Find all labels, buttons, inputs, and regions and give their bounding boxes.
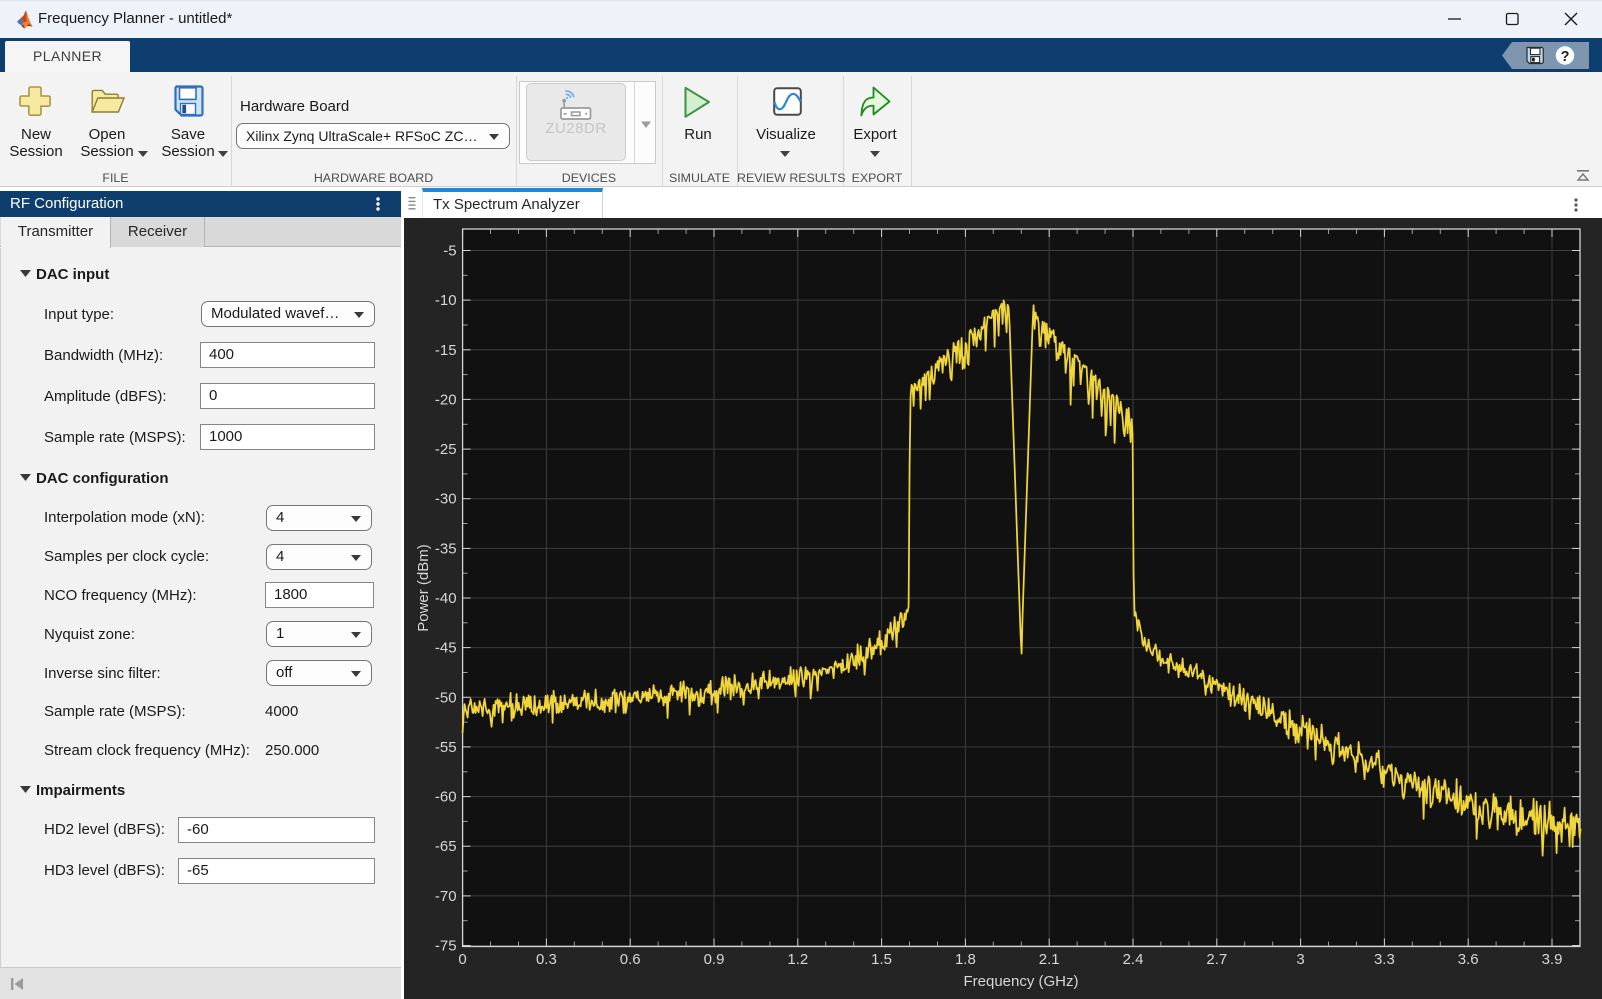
svg-text:2.4: 2.4 <box>1123 951 1144 968</box>
svg-text:?: ? <box>1561 49 1570 65</box>
svg-text:-25: -25 <box>435 441 457 458</box>
svg-text:-15: -15 <box>435 342 457 359</box>
svg-text:-45: -45 <box>435 640 457 657</box>
svg-text:-65: -65 <box>435 838 457 855</box>
svg-text:-10: -10 <box>435 292 457 309</box>
svg-text:-55: -55 <box>435 739 457 756</box>
svg-text:Power (dBm): Power (dBm) <box>415 544 432 632</box>
svg-text:3.3: 3.3 <box>1374 951 1395 968</box>
svg-text:-50: -50 <box>435 689 457 706</box>
svg-text:1.8: 1.8 <box>955 951 976 968</box>
svg-text:2.7: 2.7 <box>1206 951 1227 968</box>
svg-text:0: 0 <box>458 951 466 968</box>
svg-text:0.9: 0.9 <box>704 951 725 968</box>
svg-text:3.6: 3.6 <box>1458 951 1479 968</box>
svg-text:1.2: 1.2 <box>787 951 808 968</box>
svg-text:3: 3 <box>1296 951 1304 968</box>
svg-text:-30: -30 <box>435 491 457 508</box>
svg-text:-5: -5 <box>443 243 456 260</box>
svg-text:-20: -20 <box>435 391 457 408</box>
svg-text:Frequency (GHz): Frequency (GHz) <box>963 973 1078 990</box>
svg-text:-70: -70 <box>435 888 457 905</box>
svg-text:2.1: 2.1 <box>1039 951 1060 968</box>
svg-text:0.3: 0.3 <box>536 951 557 968</box>
svg-text:3.9: 3.9 <box>1542 951 1563 968</box>
svg-text:-40: -40 <box>435 590 457 607</box>
svg-text:-75: -75 <box>435 938 457 955</box>
svg-text:-60: -60 <box>435 789 457 806</box>
svg-text:-35: -35 <box>435 540 457 557</box>
svg-text:1.5: 1.5 <box>871 951 892 968</box>
svg-text:0.6: 0.6 <box>620 951 641 968</box>
